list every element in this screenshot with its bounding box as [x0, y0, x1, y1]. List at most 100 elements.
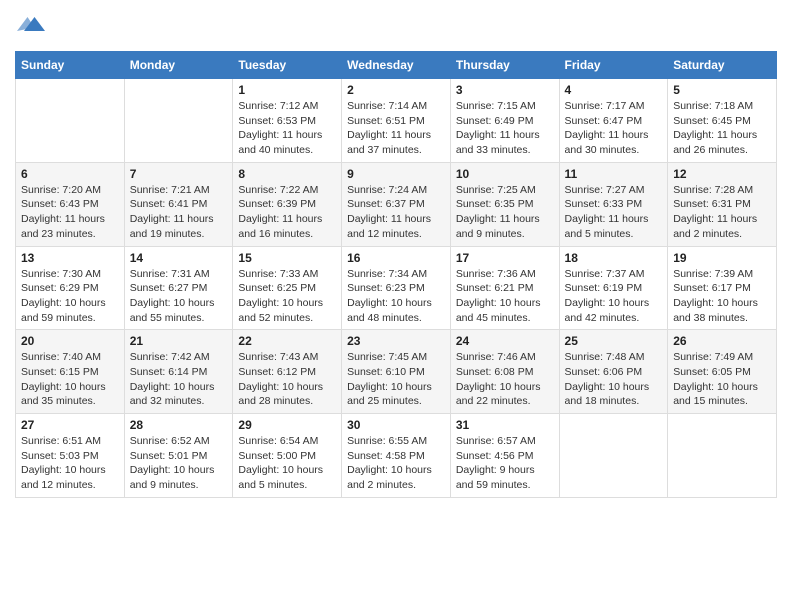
- day-number: 1: [238, 83, 336, 97]
- day-number: 7: [130, 167, 228, 181]
- day-cell-23: 23Sunrise: 7:45 AMSunset: 6:10 PMDayligh…: [342, 330, 451, 414]
- day-number: 8: [238, 167, 336, 181]
- day-detail: Sunrise: 6:51 AMSunset: 5:03 PMDaylight:…: [21, 434, 119, 493]
- day-detail: Sunrise: 7:17 AMSunset: 6:47 PMDaylight:…: [565, 99, 663, 158]
- day-detail: Sunrise: 7:33 AMSunset: 6:25 PMDaylight:…: [238, 267, 336, 326]
- header-cell-tuesday: Tuesday: [233, 52, 342, 79]
- day-detail: Sunrise: 7:21 AMSunset: 6:41 PMDaylight:…: [130, 183, 228, 242]
- day-detail: Sunrise: 7:28 AMSunset: 6:31 PMDaylight:…: [673, 183, 771, 242]
- day-cell-8: 8 Sunrise: 7:22 AMSunset: 6:39 PMDaylight…: [233, 162, 342, 246]
- day-number: 19: [673, 251, 771, 265]
- week-row-2: 6 Sunrise: 7:20 AMSunset: 6:43 PMDaylight…: [16, 162, 777, 246]
- day-cell-10: 10 Sunrise: 7:25 AMSunset: 6:35 PMDayligh…: [450, 162, 559, 246]
- day-detail: Sunrise: 7:31 AMSunset: 6:27 PMDaylight:…: [130, 267, 228, 326]
- day-detail: Sunrise: 7:37 AMSunset: 6:19 PMDaylight:…: [565, 267, 663, 326]
- day-number: 2: [347, 83, 445, 97]
- day-number: 20: [21, 334, 119, 348]
- day-detail: Sunrise: 7:30 AMSunset: 6:29 PMDaylight:…: [21, 267, 119, 326]
- day-cell-empty: [16, 79, 125, 163]
- day-cell-7: 7 Sunrise: 7:21 AMSunset: 6:41 PMDaylight…: [124, 162, 233, 246]
- day-cell-24: 24 Sunrise: 7:46 AMSunset: 6:08 PMDayligh…: [450, 330, 559, 414]
- day-cell-empty: [559, 414, 668, 498]
- day-cell-19: 19 Sunrise: 7:39 AMSunset: 6:17 PMDayligh…: [668, 246, 777, 330]
- day-number: 16: [347, 251, 445, 265]
- day-detail: Sunrise: 7:15 AMSunset: 6:49 PMDaylight:…: [456, 99, 554, 158]
- header-cell-monday: Monday: [124, 52, 233, 79]
- day-detail: Sunrise: 7:20 AMSunset: 6:43 PMDaylight:…: [21, 183, 119, 242]
- day-detail: Sunrise: 7:46 AMSunset: 6:08 PMDaylight:…: [456, 350, 554, 409]
- day-cell-9: 9 Sunrise: 7:24 AMSunset: 6:37 PMDaylight…: [342, 162, 451, 246]
- day-detail: Sunrise: 7:12 AMSunset: 6:53 PMDaylight:…: [238, 99, 336, 158]
- day-number: 6: [21, 167, 119, 181]
- logo: [15, 10, 45, 43]
- day-number: 5: [673, 83, 771, 97]
- day-number: 25: [565, 334, 663, 348]
- day-detail: Sunrise: 7:25 AMSunset: 6:35 PMDaylight:…: [456, 183, 554, 242]
- day-cell-28: 28Sunrise: 6:52 AMSunset: 5:01 PMDayligh…: [124, 414, 233, 498]
- header: [15, 10, 777, 43]
- page: SundayMondayTuesdayWednesdayThursdayFrid…: [0, 0, 792, 612]
- day-number: 21: [130, 334, 228, 348]
- day-number: 17: [456, 251, 554, 265]
- week-row-1: 1 Sunrise: 7:12 AMSunset: 6:53 PMDaylight…: [16, 79, 777, 163]
- day-cell-16: 16Sunrise: 7:34 AMSunset: 6:23 PMDayligh…: [342, 246, 451, 330]
- day-cell-21: 21Sunrise: 7:42 AMSunset: 6:14 PMDayligh…: [124, 330, 233, 414]
- day-cell-empty: [668, 414, 777, 498]
- header-cell-saturday: Saturday: [668, 52, 777, 79]
- day-cell-12: 12 Sunrise: 7:28 AMSunset: 6:31 PMDayligh…: [668, 162, 777, 246]
- day-detail: Sunrise: 7:18 AMSunset: 6:45 PMDaylight:…: [673, 99, 771, 158]
- day-detail: Sunrise: 6:54 AMSunset: 5:00 PMDaylight:…: [238, 434, 336, 493]
- day-number: 26: [673, 334, 771, 348]
- calendar-body: 1 Sunrise: 7:12 AMSunset: 6:53 PMDaylight…: [16, 79, 777, 498]
- day-cell-20: 20 Sunrise: 7:40 AMSunset: 6:15 PMDayligh…: [16, 330, 125, 414]
- day-cell-6: 6 Sunrise: 7:20 AMSunset: 6:43 PMDaylight…: [16, 162, 125, 246]
- day-number: 13: [21, 251, 119, 265]
- day-detail: Sunrise: 7:43 AMSunset: 6:12 PMDaylight:…: [238, 350, 336, 409]
- day-cell-4: 4 Sunrise: 7:17 AMSunset: 6:47 PMDaylight…: [559, 79, 668, 163]
- day-detail: Sunrise: 6:52 AMSunset: 5:01 PMDaylight:…: [130, 434, 228, 493]
- day-detail: Sunrise: 7:40 AMSunset: 6:15 PMDaylight:…: [21, 350, 119, 409]
- day-detail: Sunrise: 6:55 AMSunset: 4:58 PMDaylight:…: [347, 434, 445, 493]
- calendar-table: SundayMondayTuesdayWednesdayThursdayFrid…: [15, 51, 777, 498]
- day-cell-27: 27Sunrise: 6:51 AMSunset: 5:03 PMDayligh…: [16, 414, 125, 498]
- week-row-3: 13 Sunrise: 7:30 AMSunset: 6:29 PMDayligh…: [16, 246, 777, 330]
- day-number: 9: [347, 167, 445, 181]
- day-number: 3: [456, 83, 554, 97]
- day-detail: Sunrise: 7:49 AMSunset: 6:05 PMDaylight:…: [673, 350, 771, 409]
- day-number: 10: [456, 167, 554, 181]
- week-row-5: 27Sunrise: 6:51 AMSunset: 5:03 PMDayligh…: [16, 414, 777, 498]
- day-number: 18: [565, 251, 663, 265]
- day-number: 15: [238, 251, 336, 265]
- calendar-header: SundayMondayTuesdayWednesdayThursdayFrid…: [16, 52, 777, 79]
- day-cell-15: 15 Sunrise: 7:33 AMSunset: 6:25 PMDayligh…: [233, 246, 342, 330]
- day-cell-13: 13 Sunrise: 7:30 AMSunset: 6:29 PMDayligh…: [16, 246, 125, 330]
- day-detail: Sunrise: 7:22 AMSunset: 6:39 PMDaylight:…: [238, 183, 336, 242]
- day-number: 29: [238, 418, 336, 432]
- day-number: 4: [565, 83, 663, 97]
- day-cell-29: 29 Sunrise: 6:54 AMSunset: 5:00 PMDayligh…: [233, 414, 342, 498]
- day-detail: Sunrise: 7:45 AMSunset: 6:10 PMDaylight:…: [347, 350, 445, 409]
- day-cell-30: 30 Sunrise: 6:55 AMSunset: 4:58 PMDayligh…: [342, 414, 451, 498]
- day-cell-3: 3 Sunrise: 7:15 AMSunset: 6:49 PMDaylight…: [450, 79, 559, 163]
- day-number: 12: [673, 167, 771, 181]
- day-cell-18: 18 Sunrise: 7:37 AMSunset: 6:19 PMDayligh…: [559, 246, 668, 330]
- day-cell-25: 25 Sunrise: 7:48 AMSunset: 6:06 PMDayligh…: [559, 330, 668, 414]
- day-number: 24: [456, 334, 554, 348]
- day-detail: Sunrise: 7:48 AMSunset: 6:06 PMDaylight:…: [565, 350, 663, 409]
- week-row-4: 20 Sunrise: 7:40 AMSunset: 6:15 PMDayligh…: [16, 330, 777, 414]
- day-number: 31: [456, 418, 554, 432]
- day-number: 30: [347, 418, 445, 432]
- day-detail: Sunrise: 7:39 AMSunset: 6:17 PMDaylight:…: [673, 267, 771, 326]
- day-cell-14: 14 Sunrise: 7:31 AMSunset: 6:27 PMDayligh…: [124, 246, 233, 330]
- day-number: 11: [565, 167, 663, 181]
- day-detail: Sunrise: 7:27 AMSunset: 6:33 PMDaylight:…: [565, 183, 663, 242]
- day-cell-17: 17 Sunrise: 7:36 AMSunset: 6:21 PMDayligh…: [450, 246, 559, 330]
- day-detail: Sunrise: 7:14 AMSunset: 6:51 PMDaylight:…: [347, 99, 445, 158]
- day-cell-31: 31Sunrise: 6:57 AMSunset: 4:56 PMDayligh…: [450, 414, 559, 498]
- day-detail: Sunrise: 7:36 AMSunset: 6:21 PMDaylight:…: [456, 267, 554, 326]
- day-cell-1: 1 Sunrise: 7:12 AMSunset: 6:53 PMDaylight…: [233, 79, 342, 163]
- day-detail: Sunrise: 7:24 AMSunset: 6:37 PMDaylight:…: [347, 183, 445, 242]
- day-cell-empty: [124, 79, 233, 163]
- header-cell-sunday: Sunday: [16, 52, 125, 79]
- day-number: 14: [130, 251, 228, 265]
